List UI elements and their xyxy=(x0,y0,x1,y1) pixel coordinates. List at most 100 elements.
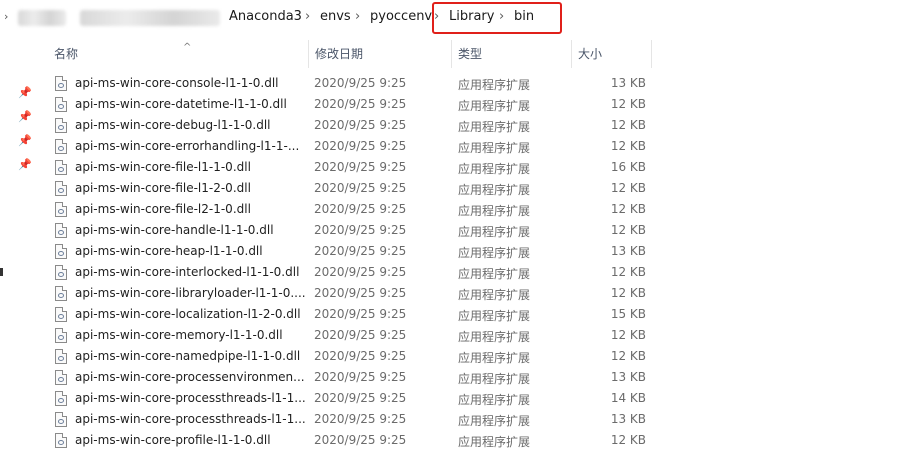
file-name: api-ms-win-core-datetime-l1-1-0.dll xyxy=(75,97,287,111)
file-name: api-ms-win-core-profile-l1-1-0.dll xyxy=(75,433,271,447)
dll-file-icon xyxy=(55,370,67,385)
file-row[interactable]: api-ms-win-core-memory-l1-1-0.dll 2020/9/… xyxy=(38,326,917,347)
file-size: 12 KB xyxy=(610,181,646,195)
file-size: 13 KB xyxy=(610,244,646,258)
file-name: api-ms-win-core-file-l1-2-0.dll xyxy=(75,181,251,195)
breadcrumb-pyoccenv[interactable]: pyoccenv xyxy=(370,9,432,24)
file-name: api-ms-win-core-file-l1-1-0.dll xyxy=(75,160,251,174)
pin-icon[interactable]: 📌 xyxy=(18,158,32,171)
pin-icon[interactable]: 📌 xyxy=(18,110,32,123)
dll-file-icon xyxy=(55,97,67,112)
dll-file-icon xyxy=(55,76,67,91)
column-header-size-label: 大小 xyxy=(578,47,603,61)
file-name: api-ms-win-core-console-l1-1-0.dll xyxy=(75,76,279,90)
file-name: api-ms-win-core-processthreads-l1-1... xyxy=(75,412,305,426)
chevron-right-icon[interactable]: › xyxy=(305,9,310,24)
column-header-name[interactable]: ^ 名称 xyxy=(48,40,309,68)
file-row[interactable]: api-ms-win-core-interlocked-l1-1-0.dll 20… xyxy=(38,263,917,284)
file-row[interactable]: api-ms-win-core-handle-l1-1-0.dll 2020/9/… xyxy=(38,221,917,242)
file-row[interactable]: api-ms-win-core-file-l1-2-0.dll 2020/9/25… xyxy=(38,179,917,200)
pin-icon[interactable]: 📌 xyxy=(18,134,32,147)
file-row[interactable]: api-ms-win-core-processenvironmen... 2020… xyxy=(38,368,917,389)
breadcrumb-envs[interactable]: envs xyxy=(320,9,351,24)
file-size: 12 KB xyxy=(610,328,646,342)
breadcrumb-anaconda3[interactable]: Anaconda3 xyxy=(229,9,302,24)
dll-file-icon xyxy=(55,223,67,238)
file-row[interactable]: api-ms-win-core-processthreads-l1-1... 20… xyxy=(38,410,917,431)
file-row[interactable]: api-ms-win-core-heap-l1-1-0.dll 2020/9/25… xyxy=(38,242,917,263)
file-size: 15 KB xyxy=(610,307,646,321)
file-name: api-ms-win-core-file-l2-1-0.dll xyxy=(75,202,251,216)
file-row[interactable]: api-ms-win-core-namedpipe-l1-1-0.dll 2020… xyxy=(38,347,917,368)
dll-file-icon xyxy=(55,160,67,175)
dll-file-icon xyxy=(55,244,67,259)
file-size: 12 KB xyxy=(610,265,646,279)
address-bar[interactable]: › Anaconda3 › envs › pyoccenv › Library … xyxy=(0,0,917,34)
file-row[interactable]: api-ms-win-core-console-l1-1-0.dll 2020/9… xyxy=(38,74,917,95)
file-size: 12 KB xyxy=(610,97,646,111)
file-type: 应用程序扩展 xyxy=(458,393,531,407)
file-size: 12 KB xyxy=(610,139,646,153)
file-row[interactable]: api-ms-win-core-localization-l1-2-0.dll 2… xyxy=(38,305,917,326)
file-name: api-ms-win-core-processenvironmen... xyxy=(75,370,305,384)
dll-file-icon xyxy=(55,433,67,448)
file-modified-date: 2020/9/25 9:25 xyxy=(314,328,407,342)
file-row[interactable]: api-ms-win-core-file-l2-1-0.dll 2020/9/25… xyxy=(38,200,917,221)
file-modified-date: 2020/9/25 9:25 xyxy=(314,181,407,195)
file-type: 应用程序扩展 xyxy=(458,246,531,260)
file-row[interactable]: api-ms-win-core-errorhandling-l1-1-... 20… xyxy=(38,137,917,158)
file-modified-date: 2020/9/25 9:25 xyxy=(314,223,407,237)
file-type: 应用程序扩展 xyxy=(458,162,531,176)
file-row[interactable]: api-ms-win-core-debug-l1-1-0.dll 2020/9/2… xyxy=(38,116,917,137)
red-highlight-annotation xyxy=(432,2,562,34)
file-type: 应用程序扩展 xyxy=(458,99,531,113)
file-type: 应用程序扩展 xyxy=(458,372,531,386)
file-name: api-ms-win-core-interlocked-l1-1-0.dll xyxy=(75,265,300,279)
file-modified-date: 2020/9/25 9:25 xyxy=(314,244,407,258)
file-size: 12 KB xyxy=(610,286,646,300)
column-header-type[interactable]: 类型 xyxy=(452,40,572,68)
column-header-size[interactable]: 大小 xyxy=(572,40,652,68)
file-type: 应用程序扩展 xyxy=(458,267,531,281)
dll-file-icon xyxy=(55,349,67,364)
chevron-right-icon: › xyxy=(4,10,9,23)
file-row[interactable]: api-ms-win-core-profile-l1-1-0.dll 2020/9… xyxy=(38,431,917,452)
dll-file-icon xyxy=(55,202,67,217)
file-type: 应用程序扩展 xyxy=(458,120,531,134)
file-size: 13 KB xyxy=(610,370,646,384)
file-modified-date: 2020/9/25 9:25 xyxy=(314,160,407,174)
dll-file-icon xyxy=(55,307,67,322)
dll-file-icon xyxy=(55,391,67,406)
file-modified-date: 2020/9/25 9:25 xyxy=(314,286,407,300)
file-type: 应用程序扩展 xyxy=(458,78,531,92)
file-name: api-ms-win-core-errorhandling-l1-1-... xyxy=(75,139,300,153)
file-modified-date: 2020/9/25 9:25 xyxy=(314,97,407,111)
dll-file-icon xyxy=(55,286,67,301)
chevron-right-icon[interactable]: › xyxy=(355,9,360,24)
file-modified-date: 2020/9/25 9:25 xyxy=(314,307,407,321)
file-modified-date: 2020/9/25 9:25 xyxy=(314,433,407,447)
file-row[interactable]: api-ms-win-core-datetime-l1-1-0.dll 2020/… xyxy=(38,95,917,116)
file-size: 16 KB xyxy=(610,160,646,174)
file-row[interactable]: api-ms-win-core-file-l1-1-0.dll 2020/9/25… xyxy=(38,158,917,179)
file-type: 应用程序扩展 xyxy=(458,309,531,323)
file-modified-date: 2020/9/25 9:25 xyxy=(314,349,407,363)
dll-file-icon xyxy=(55,139,67,154)
file-name: api-ms-win-core-handle-l1-1-0.dll xyxy=(75,223,274,237)
file-modified-date: 2020/9/25 9:25 xyxy=(314,265,407,279)
dll-file-icon xyxy=(55,265,67,280)
file-name: api-ms-win-core-libraryloader-l1-1-0.... xyxy=(75,286,305,300)
redacted-path-segment xyxy=(80,10,220,26)
file-modified-date: 2020/9/25 9:25 xyxy=(314,391,407,405)
file-type: 应用程序扩展 xyxy=(458,204,531,218)
nav-scroll-marker xyxy=(0,268,3,276)
file-type: 应用程序扩展 xyxy=(458,225,531,239)
file-name: api-ms-win-core-heap-l1-1-0.dll xyxy=(75,244,263,258)
file-row[interactable]: api-ms-win-core-libraryloader-l1-1-0....… xyxy=(38,284,917,305)
file-type: 应用程序扩展 xyxy=(458,183,531,197)
column-header-date[interactable]: 修改日期 xyxy=(309,40,452,68)
column-header-date-label: 修改日期 xyxy=(315,47,364,61)
file-row[interactable]: api-ms-win-core-processthreads-l1-1... 20… xyxy=(38,389,917,410)
file-size: 12 KB xyxy=(610,202,646,216)
pin-icon[interactable]: 📌 xyxy=(18,86,32,99)
